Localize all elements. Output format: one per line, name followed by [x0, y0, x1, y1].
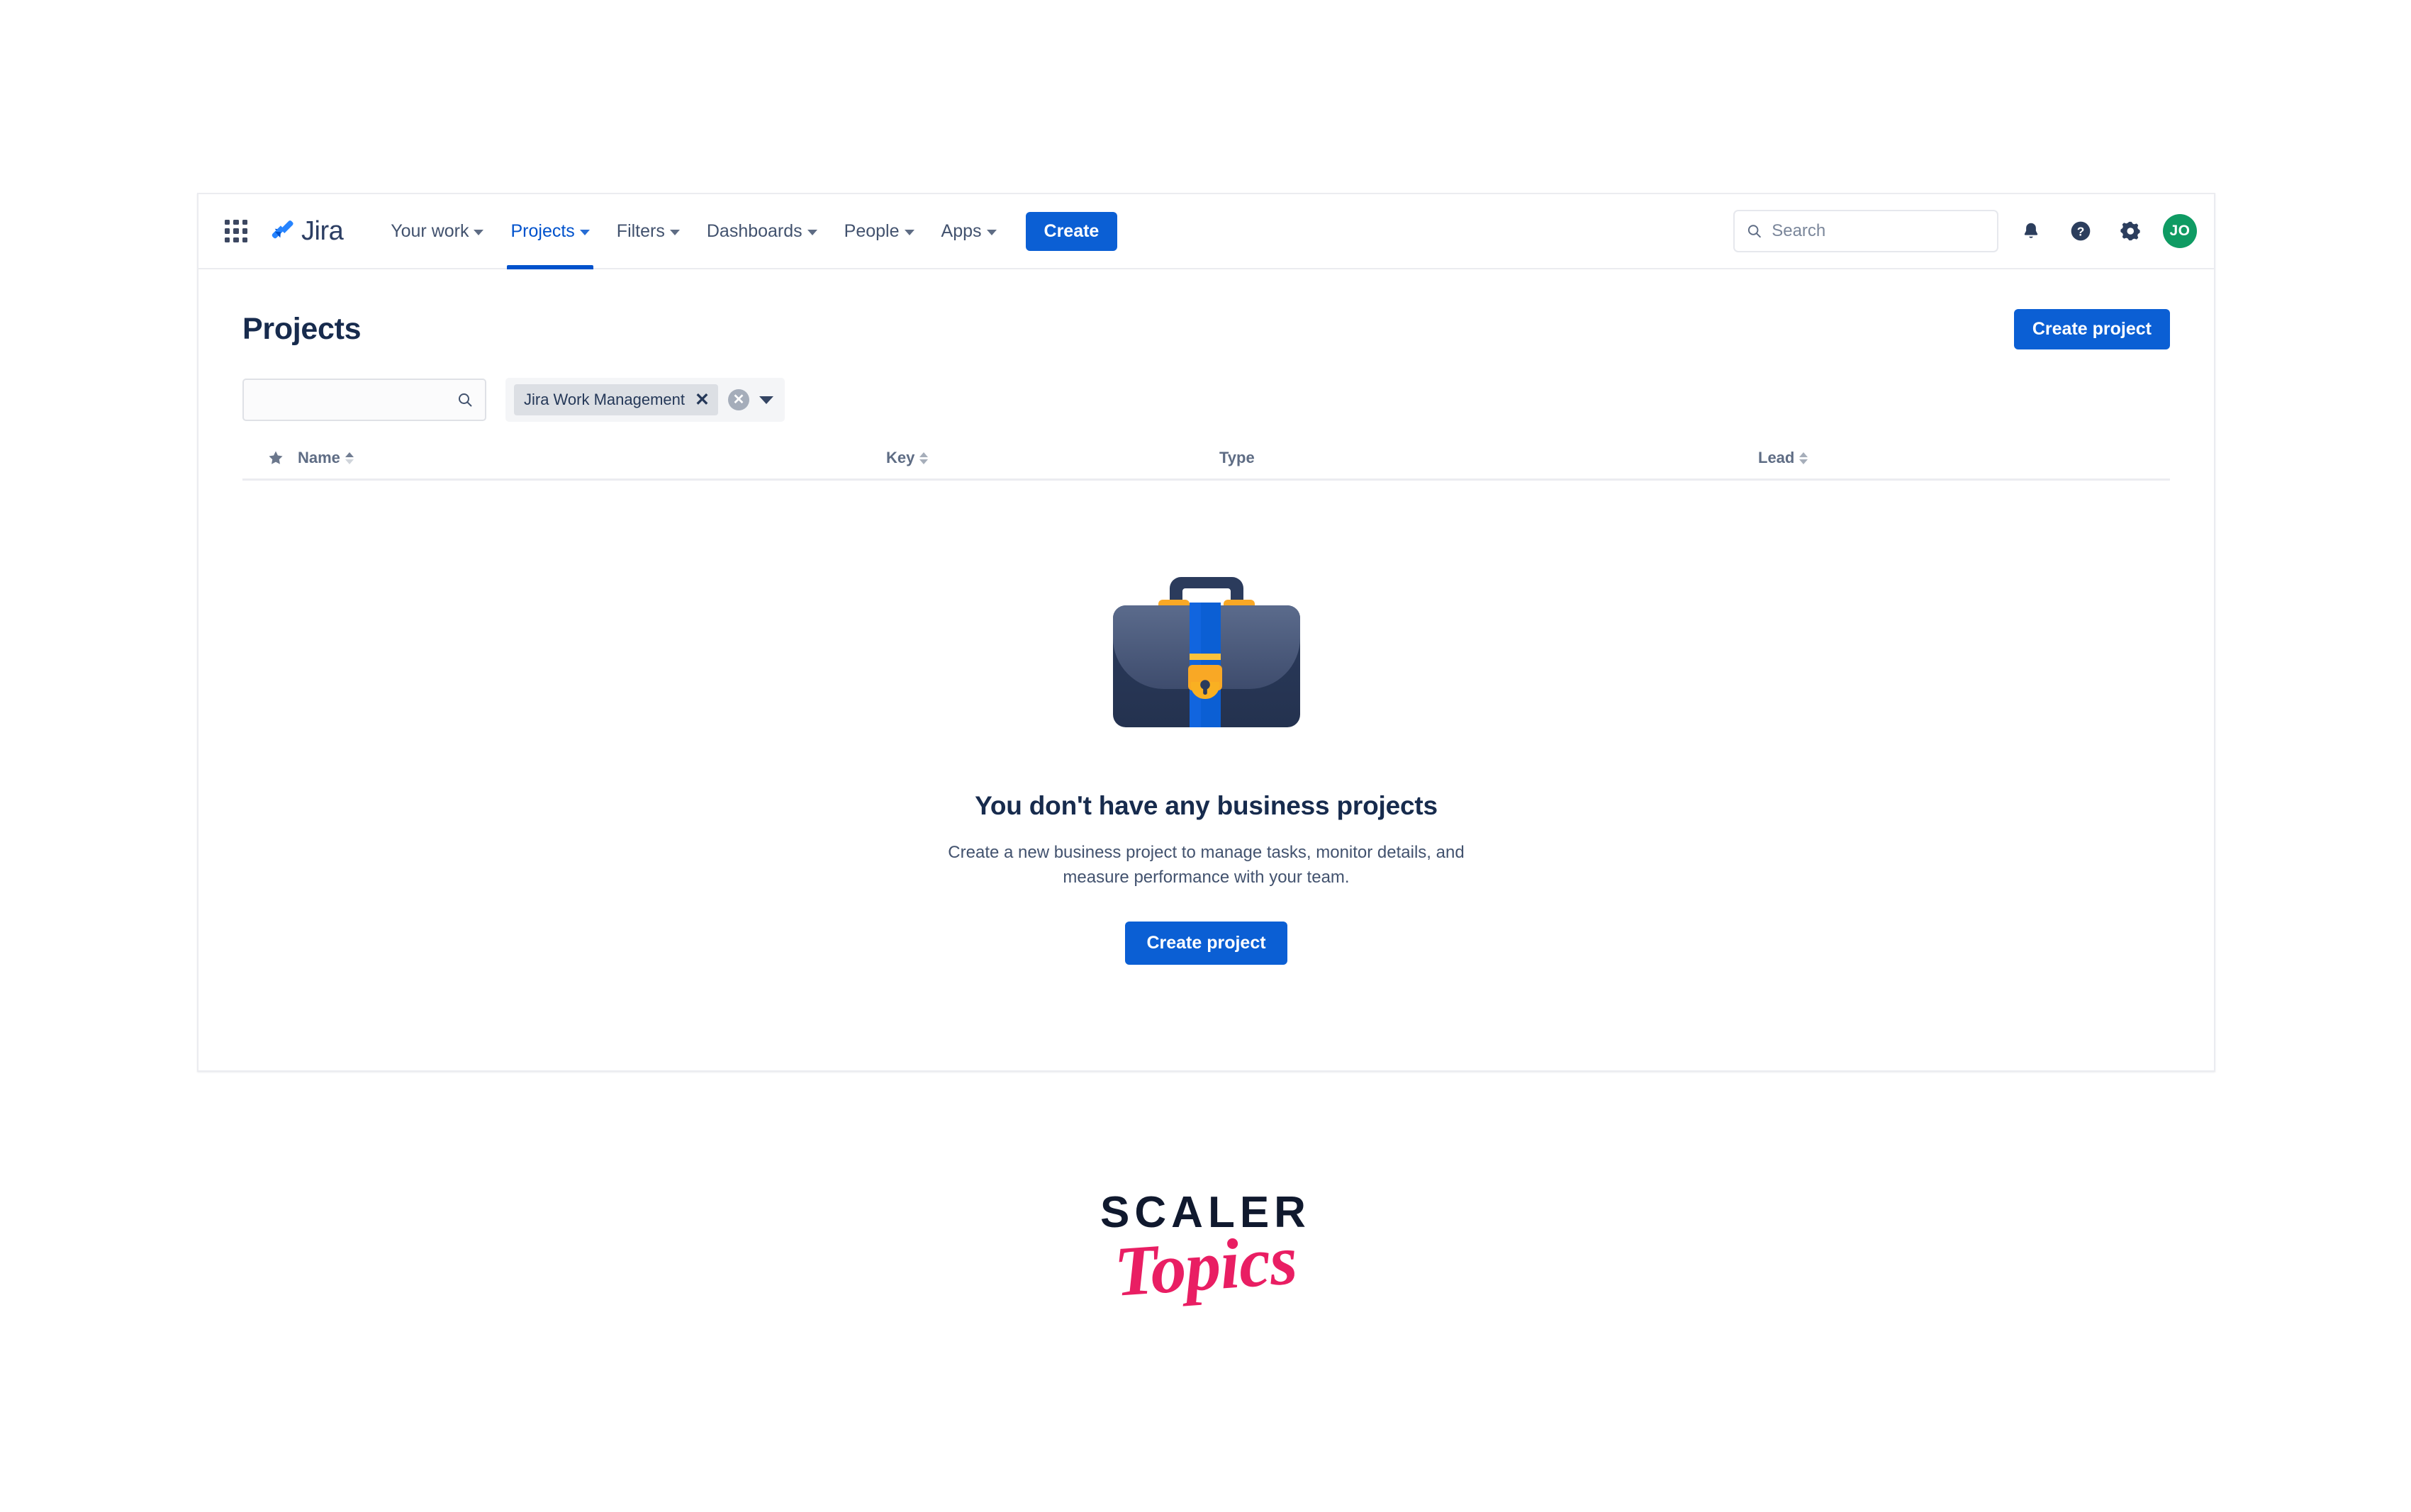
grid-apps-icon[interactable] — [220, 215, 252, 247]
nav-item-filters[interactable]: Filters — [603, 194, 693, 268]
column-header-label: Name — [298, 449, 340, 466]
column-header-lead[interactable]: Lead — [1758, 449, 2170, 467]
bell-icon — [2024, 223, 2038, 238]
clear-circle-icon[interactable]: ✕ — [727, 389, 749, 410]
nav-item-people[interactable]: People — [831, 194, 928, 268]
settings-button[interactable] — [2113, 214, 2147, 248]
scaler-topics-watermark: SCALER Topics — [0, 1191, 2411, 1311]
top-navigation-bar: Jira Your work Projects Filters Dashboar… — [198, 194, 2214, 269]
search-input[interactable] — [1772, 221, 1986, 241]
jira-brand-link[interactable]: Jira — [268, 216, 344, 246]
notifications-button[interactable] — [2014, 214, 2048, 248]
empty-state-title: You don't have any business projects — [975, 791, 1438, 820]
page-title: Projects — [242, 312, 362, 346]
sort-ascending-icon — [345, 452, 354, 464]
nav-item-label: Apps — [941, 220, 982, 241]
project-search-box[interactable] — [242, 379, 486, 421]
briefcase-icon — [1112, 577, 1300, 727]
chevron-down-icon — [579, 229, 590, 235]
create-button[interactable]: Create — [1025, 211, 1118, 251]
projects-page: Projects Create project Jira Work Manage… — [198, 269, 2214, 1070]
close-x-icon[interactable]: ✕ — [695, 391, 710, 409]
search-icon — [1747, 225, 1761, 238]
nav-right-cluster: ? JO — [1733, 210, 2197, 252]
filter-bar: Jira Work Management ✕ ✕ — [242, 378, 2170, 422]
filter-chip-jira-work-management[interactable]: Jira Work Management ✕ — [514, 384, 718, 415]
empty-state-description: Create a new business project to manage … — [948, 843, 1465, 887]
nav-item-label: Projects — [510, 220, 575, 241]
column-header-label: Key — [886, 449, 915, 466]
empty-state: You don't have any business projects Cre… — [242, 560, 2170, 965]
nav-item-label: Filters — [616, 220, 665, 241]
project-search-input[interactable] — [255, 390, 457, 410]
help-button[interactable]: ? — [2064, 214, 2098, 248]
chevron-down-icon — [669, 229, 680, 235]
gear-icon — [2120, 221, 2140, 241]
table-header-row: Name Key Type Lead — [242, 449, 2170, 481]
nav-item-dashboards[interactable]: Dashboards — [693, 194, 831, 268]
column-header-label: Type — [1219, 449, 1255, 466]
column-header-label: Lead — [1758, 449, 1795, 466]
global-search-box[interactable] — [1733, 210, 1998, 252]
brand-name: Jira — [301, 216, 344, 246]
create-project-button-center[interactable]: Create project — [1125, 921, 1287, 965]
filter-chip-label: Jira Work Management — [524, 391, 686, 408]
star-icon — [269, 451, 283, 464]
sort-icon — [1799, 452, 1808, 464]
projects-table: Name Key Type Lead You don't have any bu… — [242, 449, 2170, 965]
watermark-secondary: Topics — [1112, 1220, 1299, 1311]
svg-text:?: ? — [2077, 225, 2085, 239]
chevron-down-icon — [807, 229, 817, 235]
nav-item-label: Your work — [391, 220, 469, 241]
nav-item-apps[interactable]: Apps — [928, 194, 1010, 268]
chevron-down-icon[interactable] — [759, 396, 773, 404]
project-type-filter[interactable]: Jira Work Management ✕ ✕ — [505, 378, 785, 422]
nav-item-your-work[interactable]: Your work — [377, 194, 497, 268]
page-header: Projects Create project — [242, 269, 2170, 349]
search-icon — [459, 393, 472, 407]
primary-nav: Your work Projects Filters Dashboards Pe… — [377, 194, 1010, 269]
chevron-down-icon — [474, 229, 484, 235]
avatar[interactable]: JO — [2163, 214, 2197, 248]
column-header-type[interactable]: Type — [1219, 449, 1758, 467]
nav-item-label: People — [844, 220, 900, 241]
jira-logo-icon — [272, 220, 293, 239]
jira-app-window: Jira Your work Projects Filters Dashboar… — [197, 193, 2215, 1072]
nav-item-label: Dashboards — [706, 220, 802, 241]
sort-icon — [919, 452, 929, 464]
column-header-star[interactable] — [242, 449, 298, 467]
chevron-down-icon — [904, 229, 914, 235]
column-header-key[interactable]: Key — [886, 449, 1219, 467]
nav-item-projects[interactable]: Projects — [497, 194, 603, 269]
column-header-name[interactable]: Name — [298, 449, 886, 467]
chevron-down-icon — [986, 229, 997, 235]
create-project-button-top[interactable]: Create project — [2013, 309, 2170, 349]
help-circle-icon: ? — [2071, 221, 2091, 241]
